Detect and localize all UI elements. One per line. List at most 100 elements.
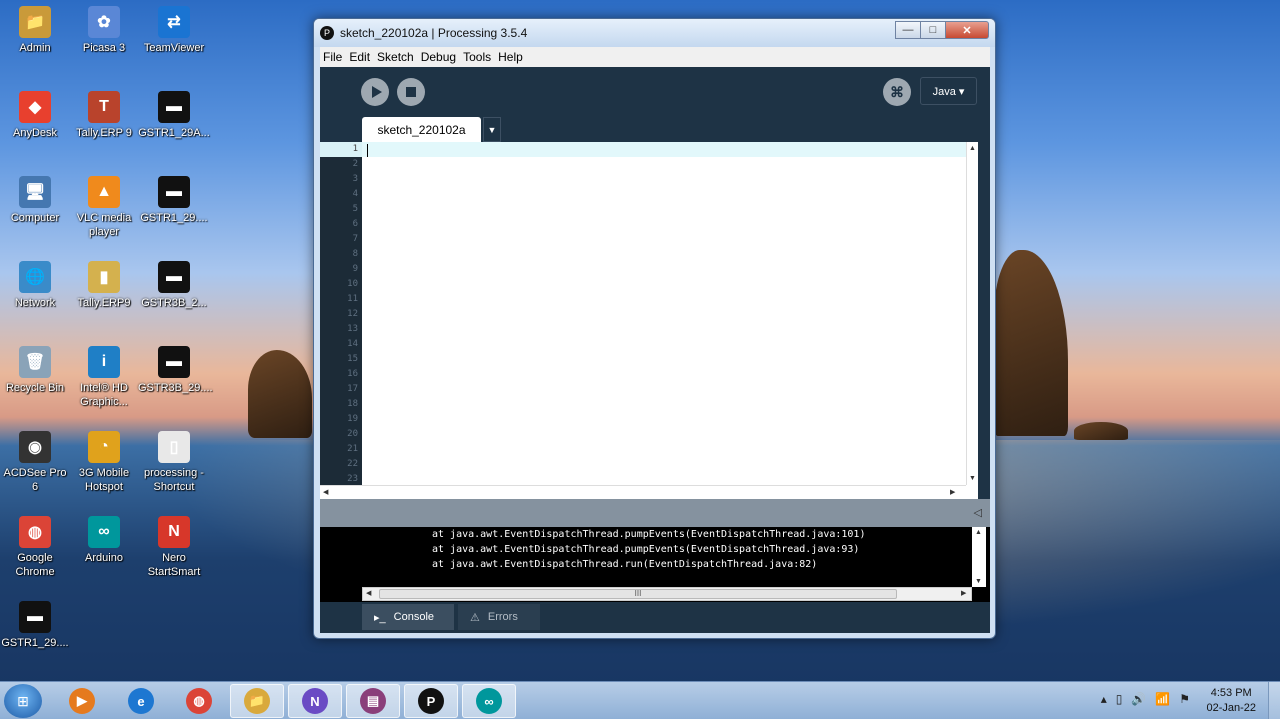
desktop-icon-label: processing - Shortcut [144,467,204,493]
scroll-down-icon[interactable]: ▼ [969,475,976,482]
internet-explorer-icon: e [128,688,154,714]
processing-editor-frame: ⌘ Java ▾ sketch_220102a ▼ 1 2 3 4 5 6 7 8 9 10 11 1… [320,67,990,633]
debugger-toggle-button[interactable]: ⌘ [883,78,911,106]
menu-edit[interactable]: Edit [349,50,370,64]
menu-debug[interactable]: Debug [421,50,456,64]
shortcut-icon: ▬ [158,91,190,123]
desktop-icon[interactable]: ▬ GSTR3B_2... [138,261,210,310]
close-button[interactable]: ✕ [945,21,989,39]
taskbar: ⊞ ▶ e ◍ 📁 N ▤ P ∞ ▴ ▯ 🔊 📶 ⚑ 4:53 PM 02-Jan-22 [0,681,1280,719]
taskbar-item-winrar[interactable]: ▤ [346,684,400,718]
line-number: 5 [352,204,358,214]
collapse-console-icon[interactable]: ◁ [974,506,982,519]
tab-errors[interactable]: ⚠ Errors [458,604,540,630]
menu-tools[interactable]: Tools [463,50,491,64]
line-number: 16 [347,369,358,379]
minimize-button[interactable]: — [895,21,921,39]
desktop-icon-label: Network [14,297,56,309]
taskbar-item-internet-explorer[interactable]: e [114,684,168,718]
scroll-right-icon[interactable]: ▶ [961,589,966,597]
shortcut-icon: ▬ [158,261,190,293]
console-horizontal-scrollbar[interactable]: ◀ III ▶ [362,587,972,601]
menu-file[interactable]: File [323,50,342,64]
action-center-icon[interactable]: ⚑ [1179,692,1190,706]
tab-row: sketch_220102a ▼ [320,117,990,142]
desktop-icon[interactable]: ✿ Picasa 3 [68,6,140,55]
maximize-button[interactable]: □ [920,21,946,39]
scroll-thumb[interactable]: III [379,589,897,599]
desktop-icon[interactable]: 📁 Admin [0,6,71,55]
editor-vertical-scrollbar[interactable]: ▲ ▼ [966,142,978,485]
desktop-icon[interactable]: ▬ GSTR1_29.... [0,601,71,650]
scroll-up-icon[interactable]: ▲ [975,529,982,536]
clock[interactable]: 4:53 PM 02-Jan-22 [1206,686,1256,716]
show-hidden-icons-icon[interactable]: ▴ [1101,692,1107,706]
shortcut-icon: ▬ [158,346,190,378]
battery-icon[interactable]: ▯ [1116,692,1123,706]
console-panel: at java.awt.EventDispatchThread.pumpEven… [320,527,990,602]
clock-date: 02-Jan-22 [1206,702,1256,714]
line-number-gutter: 1 2 3 4 5 6 7 8 9 10 11 12 13 14 15 16 17 18 19 20 21 22 23 [320,142,362,485]
desktop-icon[interactable]: 🌐 Network [0,261,71,310]
desktop-icon[interactable]: ▮ Tally.ERP9 [68,261,140,310]
taskbar-item-chrome[interactable]: ◍ [172,684,226,718]
editor-horizontal-scrollbar[interactable]: ◀ ▶ [320,485,966,499]
scroll-left-icon[interactable]: ◀ [366,589,371,597]
desktop-icon[interactable]: i Intel® HD Graphic... [68,346,140,409]
stop-icon [406,87,416,97]
title-bar[interactable]: P sketch_220102a | Processing 3.5.4 — □ … [314,19,995,47]
menu-sketch[interactable]: Sketch [377,50,414,64]
desktop-icon[interactable]: 🖥 Computer [0,176,71,225]
desktop-icon[interactable]: ▲ VLC media player [68,176,140,239]
shortcut-icon: T [88,91,120,123]
shortcut-icon: ▬ [158,176,190,208]
taskbar-item-processing[interactable]: P [404,684,458,718]
stop-button[interactable] [397,78,425,106]
scroll-up-icon[interactable]: ▲ [969,145,976,152]
menu-help[interactable]: Help [498,50,523,64]
desktop-icon[interactable]: ◉ ACDSee Pro 6 [0,431,71,494]
tab-menu-button[interactable]: ▼ [483,117,501,142]
scroll-left-icon[interactable]: ◀ [323,488,328,496]
line-number: 11 [347,294,358,304]
shortcut-icon: 🌐 [19,261,51,293]
desktop-icon[interactable]: ▬ GSTR1_29.... [138,176,210,225]
code-editor[interactable] [362,142,966,485]
desktop-icon[interactable]: 🗑 Recycle Bin [0,346,71,395]
scroll-right-icon[interactable]: ▶ [950,488,955,496]
line-number: 23 [347,474,358,484]
desktop-icon[interactable]: ◆ AnyDesk [0,91,71,140]
desktop-icon[interactable]: N Nero StartSmart [138,516,210,579]
desktop-icon[interactable]: ⇄ TeamViewer [138,6,210,55]
desktop-icon[interactable]: ▬ GSTR1_29A... [138,91,210,140]
mode-select[interactable]: Java ▾ [920,77,977,105]
volume-icon[interactable]: 🔊 [1131,692,1146,706]
console-vertical-scrollbar[interactable]: ▲ ▼ [972,527,986,587]
show-desktop-button[interactable] [1268,682,1280,719]
desktop-icon[interactable]: ◍ Google Chrome [0,516,71,579]
taskbar-item-chrome-profile[interactable]: N [288,684,342,718]
desktop-icon-label: AnyDesk [12,127,58,139]
desktop-icon-label: Arduino [85,552,123,564]
network-icon[interactable]: 📶 [1155,692,1170,706]
desktop-icon[interactable]: ∞ Arduino [68,516,140,565]
taskbar-item-file-explorer[interactable]: 📁 [230,684,284,718]
tab-console[interactable]: ▸_ Console [362,604,454,630]
processing-icon: P [418,688,444,714]
play-icon [371,86,382,98]
desktop-icon[interactable]: ▬ GSTR3B_29.... [138,346,213,395]
taskbar-item-arduino[interactable]: ∞ [462,684,516,718]
run-button[interactable] [361,78,389,106]
scroll-down-icon[interactable]: ▼ [975,578,982,585]
processing-window: P sketch_220102a | Processing 3.5.4 — □ … [313,18,996,639]
desktop-icon[interactable]: ◔ 3G Mobile Hotspot [68,431,140,494]
taskbar-item-media-player[interactable]: ▶ [55,684,109,718]
desktop-icon-label: TeamViewer [143,42,205,54]
desktop-icon[interactable]: T Tally.ERP 9 [68,91,140,140]
desktop-icon-label: GSTR3B_29.... [138,382,213,394]
wallpaper-rock [1074,422,1128,440]
tab-sketch[interactable]: sketch_220102a [362,117,481,142]
desktop-icon-label: Computer [10,212,60,224]
start-button[interactable]: ⊞ [4,684,42,718]
desktop-icon[interactable]: ▯ processing - Shortcut [138,431,210,494]
